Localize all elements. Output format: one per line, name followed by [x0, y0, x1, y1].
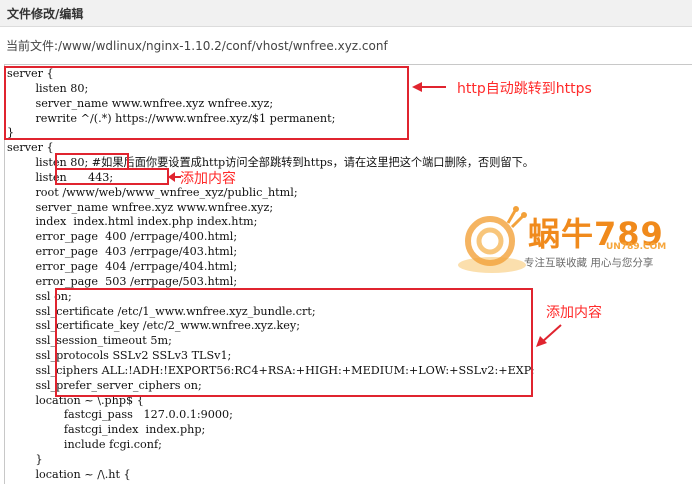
redirect-block-highlight: [4, 66, 409, 140]
code-line: include fcgi.conf;: [7, 438, 162, 452]
code-line: location ~ /\.ht {: [7, 467, 131, 481]
code-line: fastcgi_index index.php;: [7, 423, 206, 437]
arrow-icon: [412, 82, 446, 92]
snail-icon: [458, 206, 527, 273]
watermark-domain: UN789.COM: [606, 242, 667, 252]
arrow-icon: [536, 324, 562, 347]
add-listen-annotation: 添加内容: [180, 171, 236, 187]
code-line: fastcgi_pass 127.0.0.1:9000;: [7, 408, 233, 422]
code-line: }: [7, 452, 43, 466]
watermark-slogan: 专注互联收藏 用心与您分享: [524, 257, 654, 269]
current-file-path: 当前文件:/www/wdlinux/nginx-1.10.2/conf/vhos…: [6, 39, 388, 53]
add-ssl-annotation: 添加内容: [546, 305, 602, 321]
listen443-highlight: [55, 168, 169, 185]
ssl-block-highlight: [55, 288, 533, 397]
window-title: 文件修改/编辑: [7, 7, 84, 21]
redirect-annotation: http自动跳转到https: [457, 81, 592, 97]
watermark-logo: 蜗牛789 UN789.COM 专注互联收藏 用心与您分享: [456, 205, 688, 275]
window-titlebar: 文件修改/编辑: [0, 0, 692, 27]
code-line: root /www/web/www_wnfree_xyz/public_html…: [7, 185, 298, 199]
current-file-bar: 当前文件:/www/wdlinux/nginx-1.10.2/conf/vhos…: [0, 27, 692, 63]
